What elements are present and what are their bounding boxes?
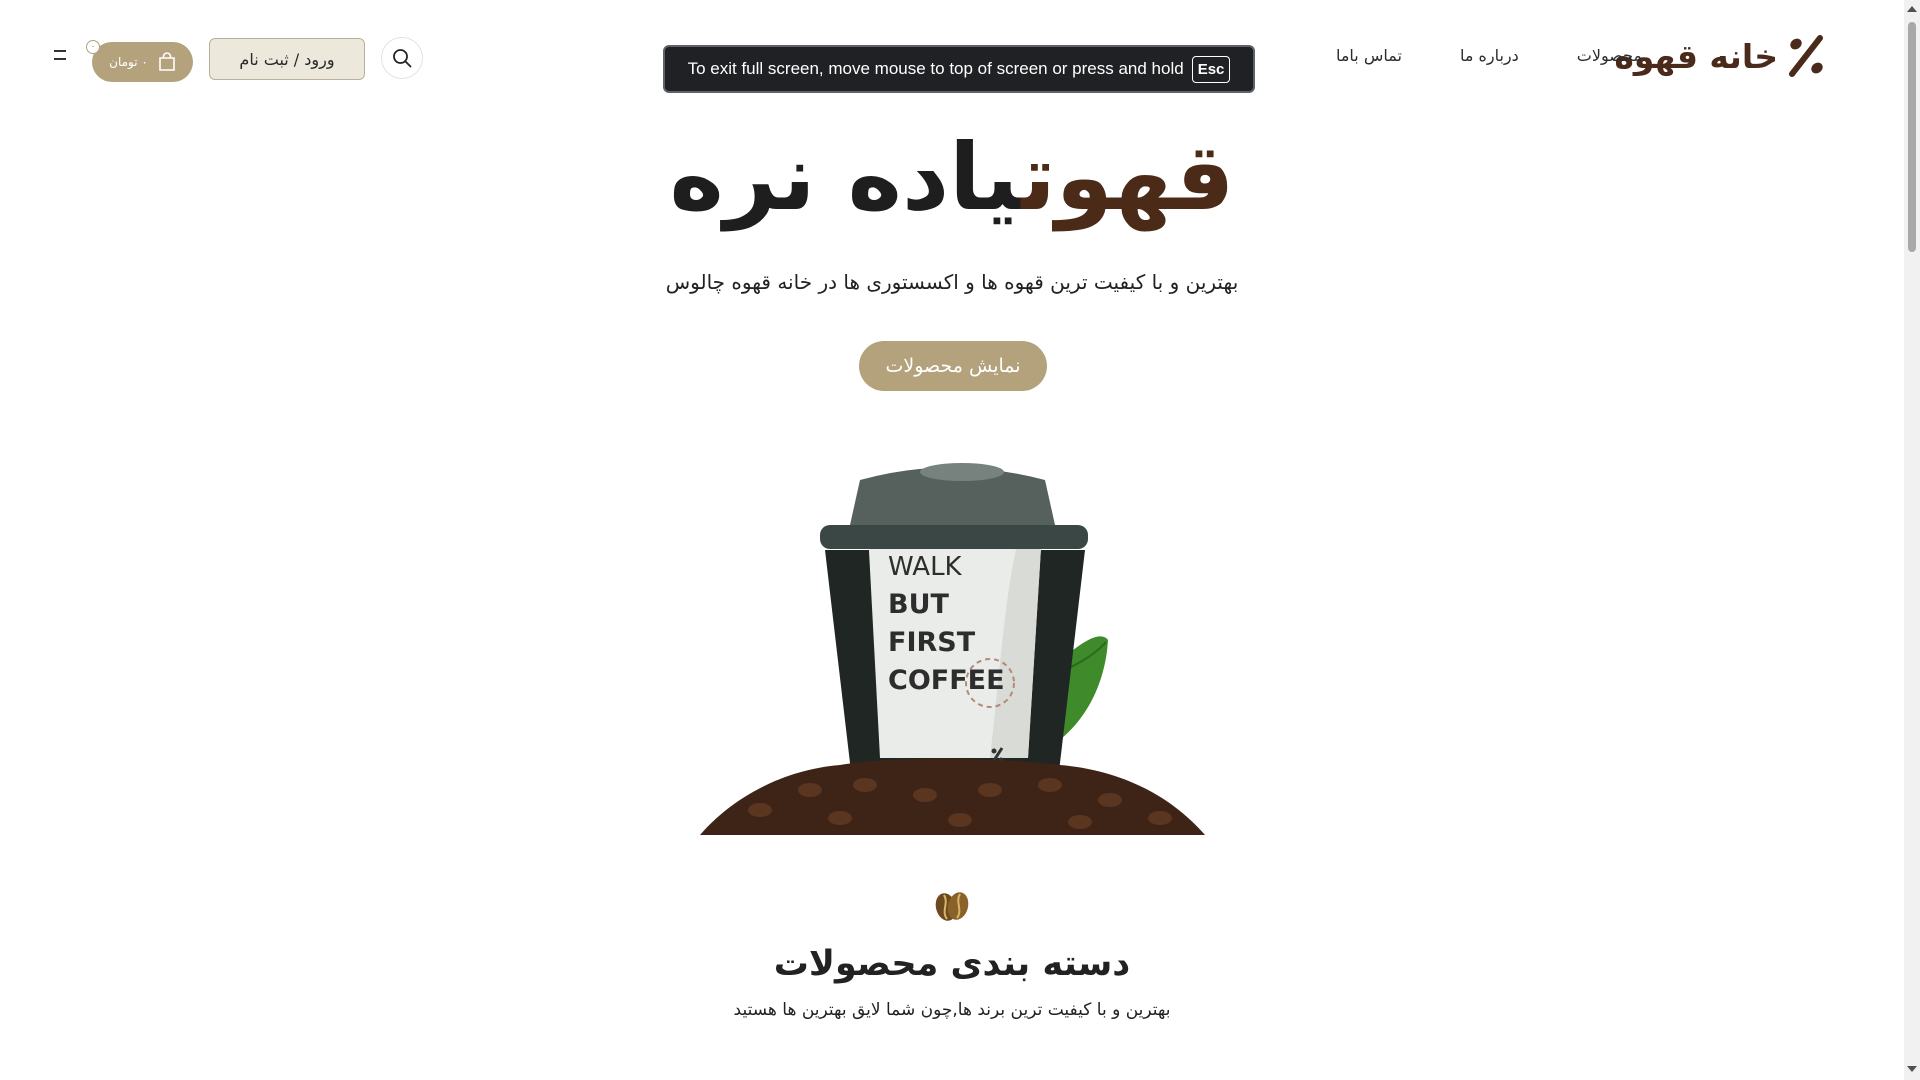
search-icon bbox=[393, 49, 412, 68]
main-nav: محصولات درباره ما تماس باما bbox=[1336, 46, 1642, 65]
categories-title: دسته بندی محصولات bbox=[773, 944, 1131, 984]
esc-key-badge: Esc bbox=[1191, 55, 1231, 83]
nav-item-products[interactable]: محصولات bbox=[1577, 46, 1642, 65]
nav-item-contact[interactable]: تماس باما bbox=[1336, 46, 1402, 65]
login-register-button[interactable]: ورود / ثبت نام bbox=[209, 38, 365, 80]
coffee-bean-icon bbox=[935, 892, 969, 921]
cup-text-walk: WALK bbox=[888, 552, 963, 582]
cup-text-coffee: COFFEE bbox=[888, 665, 1005, 696]
hero-title: قهوتیاده نره bbox=[0, 118, 1904, 238]
hamburger-icon[interactable] bbox=[54, 50, 66, 60]
scrollbar-thumb[interactable] bbox=[1908, 22, 1916, 252]
brand-logo[interactable]: خانه قهوه bbox=[1614, 34, 1828, 78]
scroll-down-icon[interactable] bbox=[1907, 1066, 1917, 1072]
shopping-bag-icon bbox=[159, 52, 175, 71]
hero-subtitle: بهترین و با کیفیت ترین قهوه ها و اکسستور… bbox=[665, 270, 1239, 294]
cart-button[interactable]: ۰ تومان bbox=[92, 42, 193, 82]
cart-total: ۰ تومان bbox=[109, 55, 148, 69]
coffee-cup-illustration: WALK BUT FIRST COFFEE bbox=[700, 463, 1205, 835]
percent-logo-icon bbox=[1789, 35, 1823, 77]
fullscreen-notice: To exit full screen, move mouse to top o… bbox=[663, 45, 1255, 93]
search-button[interactable] bbox=[381, 37, 423, 79]
cup-text-but: BUT bbox=[888, 589, 950, 620]
scroll-up-icon[interactable] bbox=[1907, 6, 1917, 12]
cup-text-first: FIRST bbox=[888, 627, 976, 658]
categories-subtitle: بهترین و با کیفیت ترین برند ها,چون شما ل… bbox=[733, 1000, 1171, 1020]
nav-item-about[interactable]: درباره ما bbox=[1460, 46, 1519, 65]
hero-title-rest: یاده نره bbox=[669, 124, 1022, 231]
cart-count-badge: ۰ bbox=[86, 40, 100, 54]
hero-title-accent: قهوت bbox=[1021, 124, 1235, 231]
show-products-button[interactable]: نمایش محصولات bbox=[859, 341, 1047, 391]
cup-lid-rim bbox=[820, 525, 1088, 549]
fullscreen-notice-text: To exit full screen, move mouse to top o… bbox=[687, 59, 1184, 78]
